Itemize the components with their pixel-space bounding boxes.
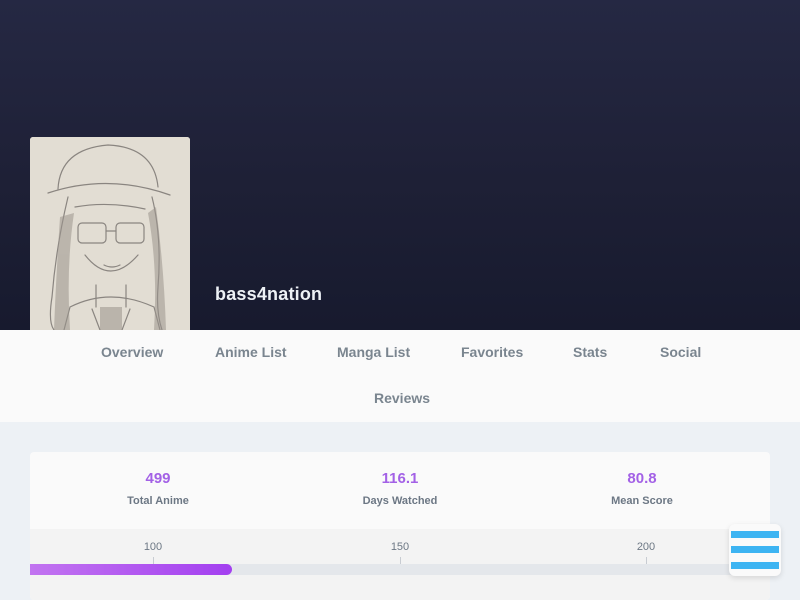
stat-days-watched-value: 116.1 (381, 470, 419, 487)
milestone-progress: 100 150 200 (30, 529, 770, 600)
menu-bar (731, 562, 779, 569)
stat-mean-score-value: 80.8 (627, 470, 657, 487)
username: bass4nation (215, 284, 323, 304)
avatar-sketch-image (30, 137, 190, 330)
stat-days-watched-label: Days Watched (362, 495, 438, 507)
stat-total-anime-value: 499 (145, 470, 171, 487)
nav-favorites[interactable]: Favorites (461, 344, 523, 360)
stat-days-watched: 116.1 Days Watched (300, 470, 500, 507)
anime-stats-card: 499 Total Anime 116.1 Days Watched 80.8 … (30, 452, 770, 600)
nav-overview[interactable]: Overview (101, 344, 163, 360)
stat-total-anime: 499 Total Anime (58, 470, 258, 507)
menu-bar (731, 546, 779, 553)
stat-total-anime-label: Total Anime (127, 495, 189, 507)
stat-mean-score: 80.8 Mean Score (542, 470, 742, 507)
hamburger-menu-icon[interactable] (729, 524, 781, 576)
nav-anime-list[interactable]: Anime List (215, 344, 287, 360)
progress-fill (30, 564, 233, 575)
nav-reviews[interactable]: Reviews (374, 390, 430, 406)
nav-social[interactable]: Social (660, 344, 701, 360)
nav-stats[interactable]: Stats (573, 344, 607, 360)
nav-manga-list[interactable]: Manga List (337, 344, 410, 360)
stat-mean-score-label: Mean Score (611, 495, 673, 507)
menu-bar (731, 531, 779, 538)
milestone-label: 100 (143, 541, 163, 553)
avatar[interactable] (30, 137, 190, 330)
milestone-150: 150 (370, 541, 430, 566)
milestone-label: 150 (390, 541, 410, 553)
milestone-200: 200 (616, 541, 676, 566)
profile-navbar: Overview Anime List Manga List Favorites… (0, 330, 800, 422)
milestone-100: 100 (123, 541, 183, 566)
milestone-label: 200 (636, 541, 656, 553)
